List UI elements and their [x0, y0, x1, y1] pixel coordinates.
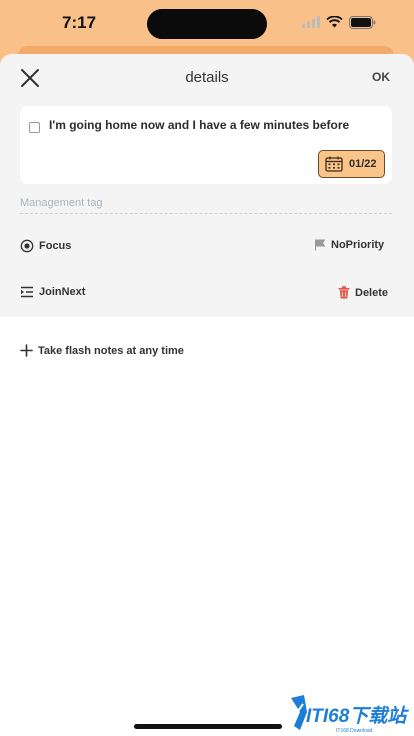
task-card[interactable]: I'm going home now and I have a few minu…: [20, 106, 392, 184]
wifi-icon: [326, 16, 343, 28]
delete-button[interactable]: Delete: [338, 286, 388, 299]
delete-label: Delete: [355, 286, 389, 299]
page-title: details: [185, 69, 229, 86]
ok-button[interactable]: OK: [372, 70, 390, 84]
dynamic-island: [147, 9, 267, 39]
svg-text:ITI68下载站: ITI68下载站: [306, 705, 409, 727]
calendar-icon: [325, 156, 343, 172]
status-bar: 7:17: [0, 0, 414, 46]
focus-eye-icon: [20, 239, 34, 253]
due-date-label: 01/22: [349, 158, 377, 170]
join-next-label: JoinNext: [39, 286, 86, 298]
task-checkbox[interactable]: [29, 122, 40, 133]
watermark-logo: ITI68下载站 IT168 Download: [288, 692, 410, 734]
management-tag-input[interactable]: [20, 192, 392, 214]
plus-icon: [20, 344, 33, 357]
status-time: 7:17: [62, 13, 97, 32]
focus-label: Focus: [39, 240, 72, 252]
signal-icon: [302, 16, 320, 28]
task-title[interactable]: I'm going home now and I have a few minu…: [49, 118, 385, 132]
due-date-button[interactable]: 01/22: [318, 150, 385, 178]
flash-note-label: Take flash notes at any time: [38, 344, 184, 357]
focus-button[interactable]: Focus: [20, 239, 71, 253]
sheet-header: details OK: [0, 54, 414, 100]
battery-icon: [349, 15, 376, 29]
flag-icon: [315, 239, 326, 251]
trash-icon: [338, 286, 350, 299]
home-indicator[interactable]: [134, 724, 282, 729]
status-icons: [302, 15, 376, 29]
details-panel: details OK I'm going home now and I have…: [0, 54, 414, 317]
indent-icon: [21, 286, 33, 298]
priority-button[interactable]: NoPriority: [314, 239, 384, 251]
svg-text:IT168 Download: IT168 Download: [336, 728, 373, 734]
join-next-button[interactable]: JoinNext: [20, 286, 85, 298]
priority-label: NoPriority: [331, 239, 385, 251]
flash-note-button[interactable]: Take flash notes at any time: [20, 344, 184, 357]
details-sheet: details OK I'm going home now and I have…: [0, 54, 414, 736]
